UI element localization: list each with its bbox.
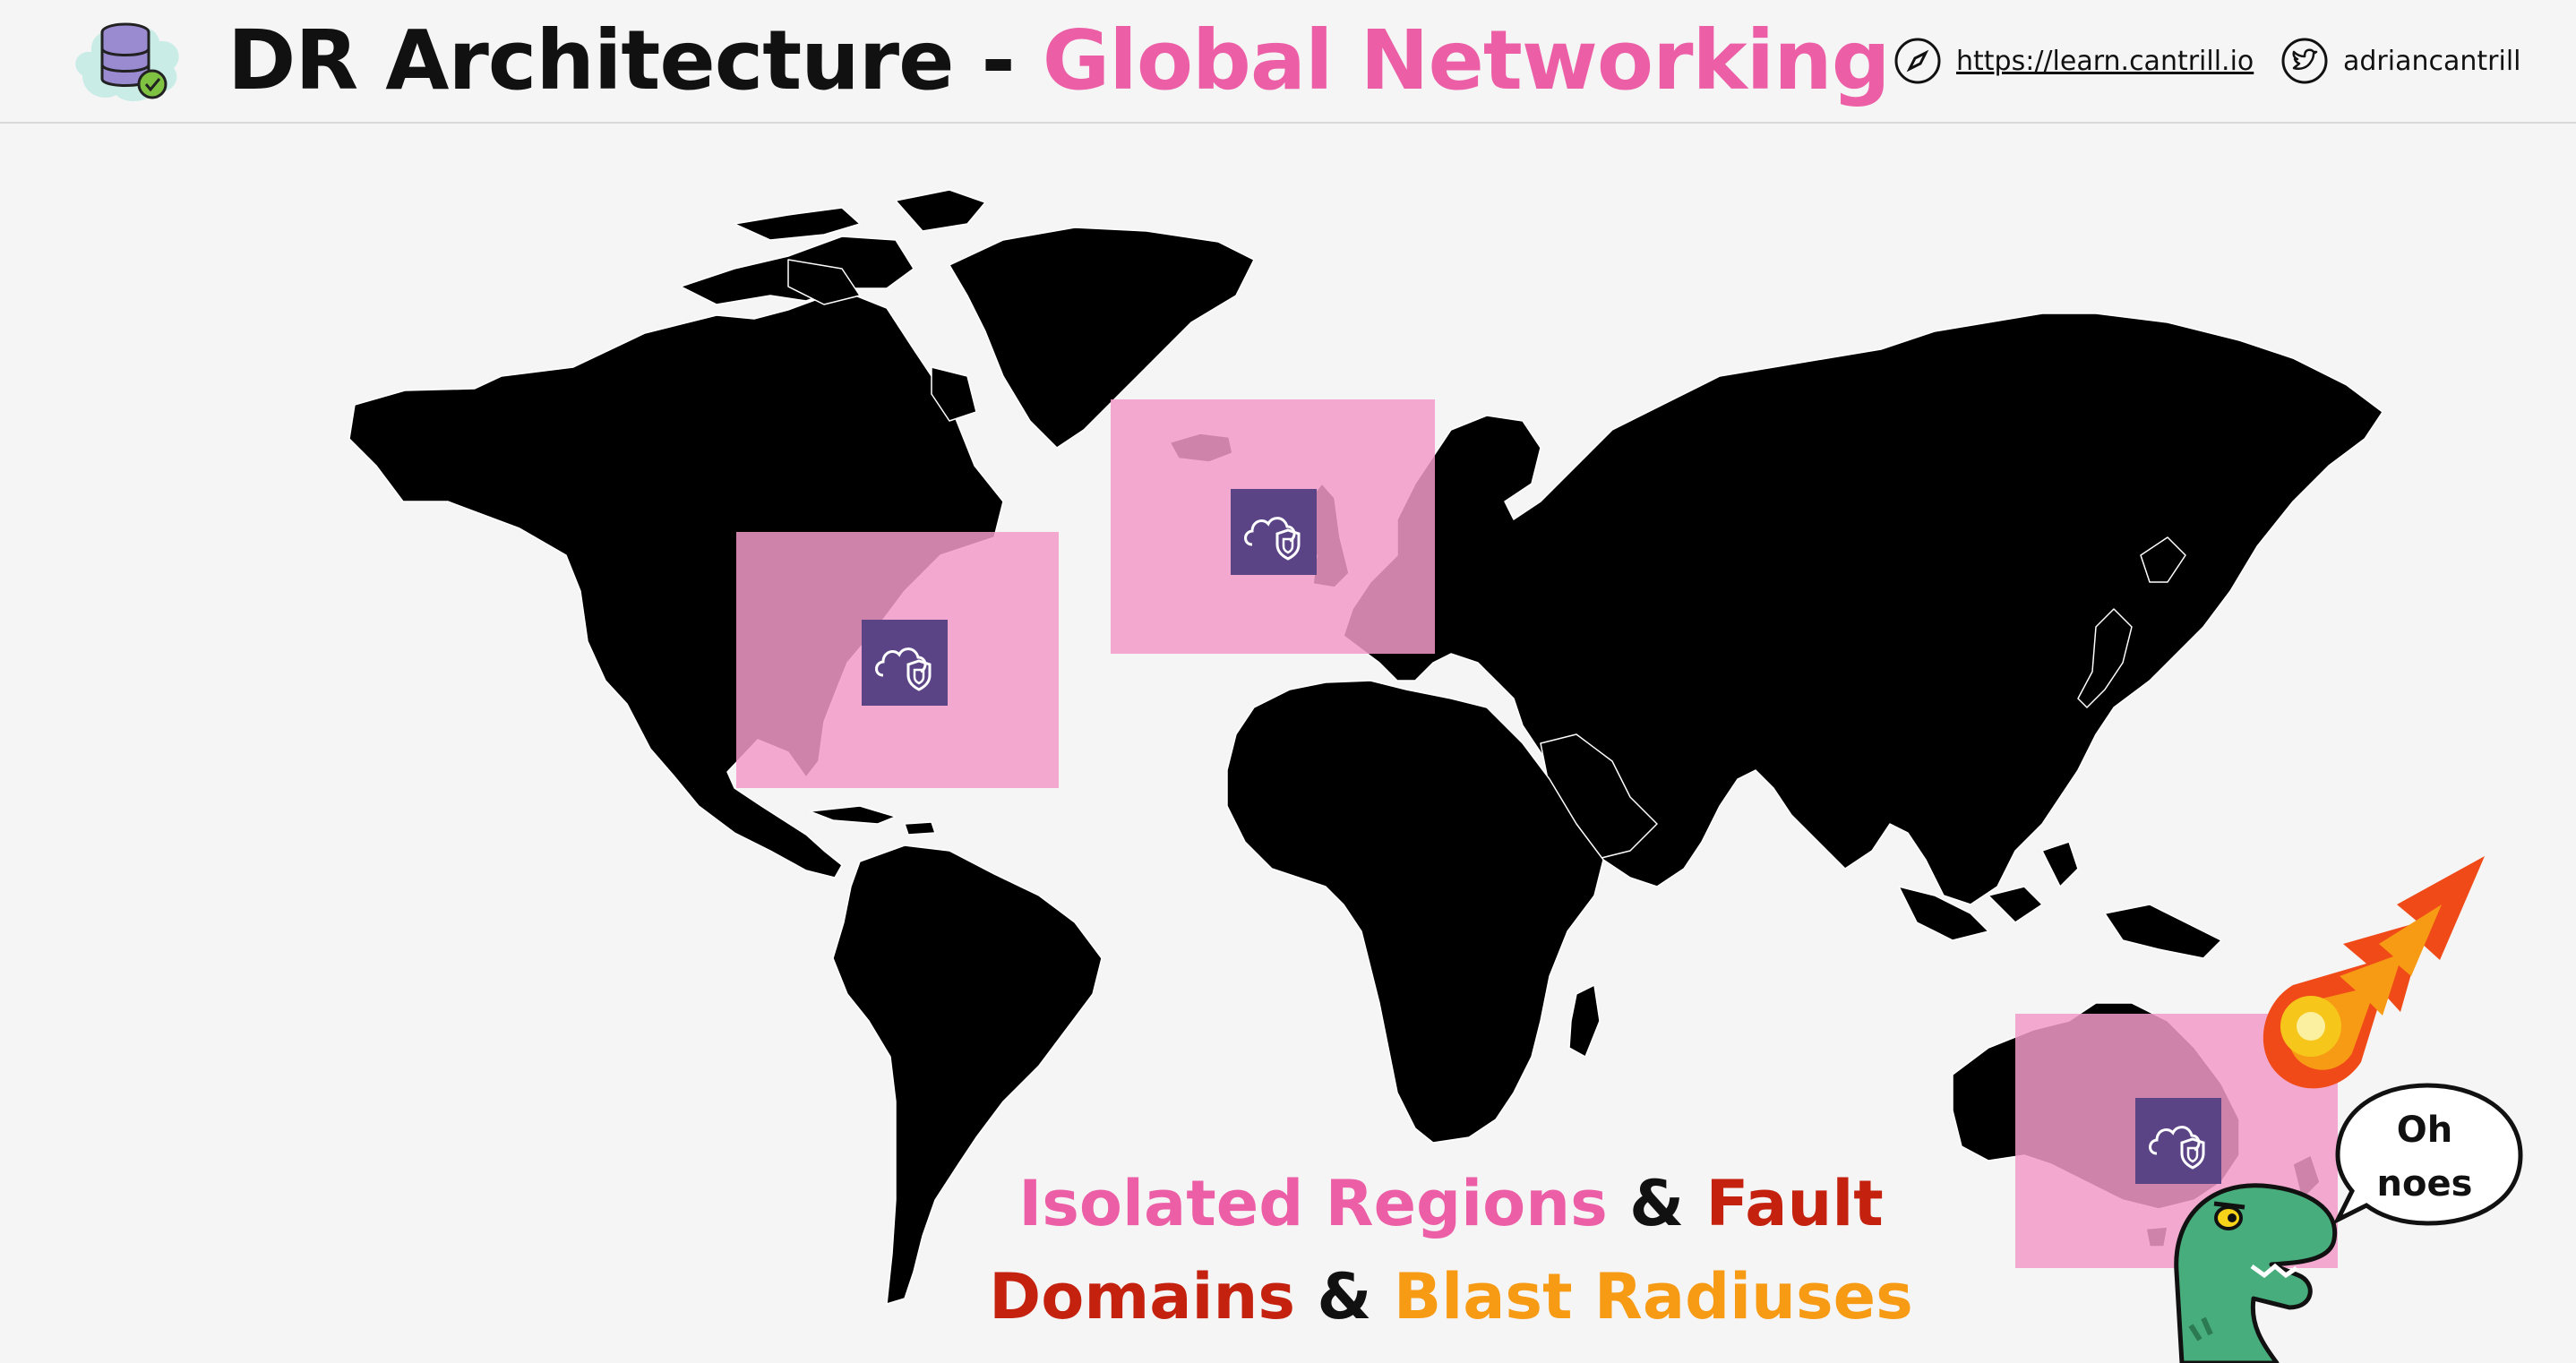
region-eu-west[interactable] bbox=[1111, 399, 1435, 654]
bubble-text: Oh noes bbox=[2332, 1103, 2517, 1211]
bubble-line-2: noes bbox=[2376, 1163, 2473, 1204]
caption: Isolated Regions & Fault Domains & Blast… bbox=[896, 1157, 2006, 1343]
dinosaur-icon bbox=[2174, 1183, 2338, 1363]
caption-fault: Fault bbox=[1705, 1167, 1884, 1240]
caption-blast-radiuses: Blast Radiuses bbox=[1393, 1260, 1913, 1333]
caption-line-1: Isolated Regions & Fault bbox=[896, 1157, 2006, 1250]
caption-ampersand-2: & bbox=[1295, 1260, 1394, 1333]
caption-domains: Domains bbox=[989, 1260, 1296, 1333]
caption-line-2: Domains & Blast Radiuses bbox=[896, 1250, 2006, 1343]
caption-isolated-regions: Isolated Regions bbox=[1018, 1167, 1608, 1240]
meteor-icon bbox=[2263, 856, 2485, 1089]
cloud-shield-icon bbox=[1231, 489, 1317, 575]
region-us-east[interactable] bbox=[736, 532, 1059, 788]
cloud-shield-icon bbox=[862, 620, 948, 706]
bubble-line-1: Oh bbox=[2396, 1110, 2453, 1151]
caption-ampersand-1: & bbox=[1607, 1167, 1706, 1240]
